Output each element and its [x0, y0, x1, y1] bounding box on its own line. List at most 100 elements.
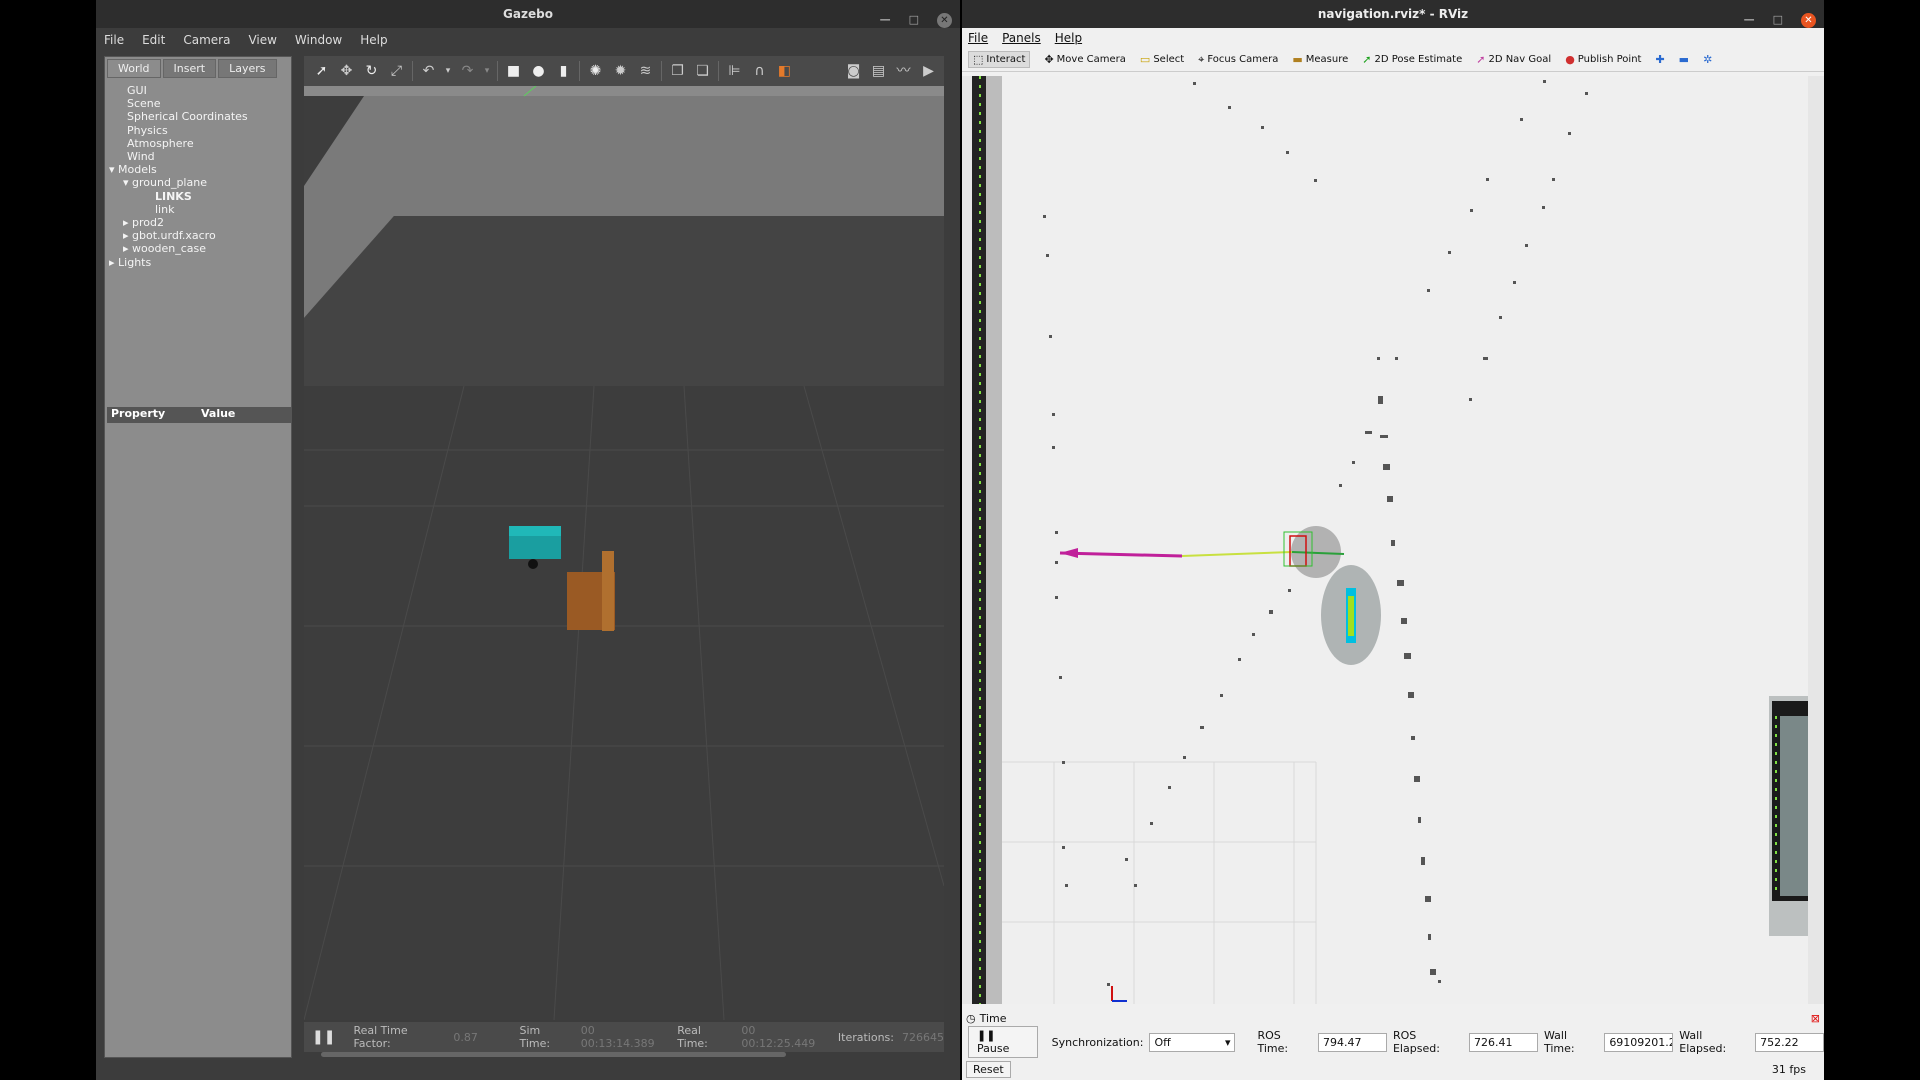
expand-right-icon[interactable]: ▸ [123, 216, 132, 229]
rviz-3d-viewport[interactable] [972, 76, 1808, 1004]
right-dock-handle[interactable] [1808, 76, 1824, 1004]
time-panel-row: ❚❚ Pause Synchronization: Off ▾ ROS Time:… [962, 1026, 1825, 1058]
pause-icon[interactable]: ❚❚ [312, 1029, 335, 1045]
tree-item-spherical[interactable]: Spherical Coordinates [109, 110, 287, 123]
redo-icon[interactable]: ↷ [458, 62, 477, 81]
value-column-header: Value [201, 407, 236, 420]
menu-file[interactable]: File [968, 31, 988, 45]
left-dock-handle[interactable] [962, 76, 972, 1004]
rviz-statusbar: Reset 31 fps [962, 1058, 1824, 1080]
directional-light-icon[interactable]: ≋ [636, 62, 655, 81]
horizontal-scrollbar[interactable] [321, 1052, 786, 1057]
maximize-icon[interactable]: □ [909, 6, 919, 34]
menu-file[interactable]: File [104, 33, 124, 47]
menu-view[interactable]: View [248, 33, 276, 47]
screenshot-icon[interactable]: ◙ [844, 62, 863, 81]
sphere-shape-icon[interactable]: ● [529, 62, 548, 81]
change-view-icon[interactable]: ◧ [775, 62, 794, 81]
tab-layers[interactable]: Layers [218, 59, 277, 78]
publish-point-tool[interactable]: ● Publish Point [1565, 53, 1641, 66]
tree-item-ground-plane[interactable]: ▾ ground_plane [109, 176, 287, 189]
tree-item-wind[interactable]: Wind [109, 150, 287, 163]
expand-right-icon[interactable]: ▸ [109, 256, 118, 269]
redo-dropdown-icon[interactable]: ▾ [483, 62, 491, 81]
remove-tool-button[interactable]: ▬ [1679, 53, 1689, 66]
close-icon[interactable]: ✕ [937, 12, 952, 28]
undo-icon[interactable]: ↶ [419, 62, 438, 81]
menu-panels[interactable]: Panels [1002, 31, 1041, 45]
fps-counter: 31 fps [1771, 1062, 1806, 1076]
menu-camera[interactable]: Camera [183, 33, 230, 47]
tool-properties-button[interactable]: ✲ [1703, 53, 1712, 66]
menu-edit[interactable]: Edit [142, 33, 165, 47]
minimize-icon[interactable]: — [1744, 6, 1755, 34]
add-tool-button[interactable]: ✚ [1655, 53, 1664, 66]
tab-world[interactable]: World [107, 59, 161, 78]
align-icon[interactable]: ⊫ [725, 62, 744, 81]
point-light-icon[interactable]: ✺ [586, 62, 605, 81]
tree-label-wooden-case: wooden_case [132, 242, 206, 256]
plot-icon[interactable]: 〰 [894, 62, 913, 81]
menu-help[interactable]: Help [1055, 31, 1082, 45]
box-shape-icon[interactable]: ■ [504, 62, 523, 81]
nav-goal-tool[interactable]: ➚ 2D Nav Goal [1476, 53, 1551, 66]
reset-button[interactable]: Reset [966, 1060, 1011, 1078]
tree-item-wooden-case[interactable]: ▸ wooden_case [109, 242, 287, 255]
menu-window[interactable]: Window [295, 33, 342, 47]
sync-select[interactable]: Off ▾ [1149, 1032, 1236, 1052]
move-camera-tool[interactable]: ✥ Move Camera [1044, 53, 1125, 66]
tree-item-prod2[interactable]: ▸ prod2 [109, 216, 287, 229]
record-video-icon[interactable]: ▶ [919, 62, 938, 81]
maximize-icon[interactable]: □ [1773, 6, 1783, 34]
translate-mode-icon[interactable]: ✥ [337, 62, 356, 81]
spot-light-icon[interactable]: ✹ [611, 62, 630, 81]
cylinder-shape-icon[interactable]: ▮ [554, 62, 573, 81]
tree-item-links[interactable]: LINKS [109, 190, 287, 203]
menu-help[interactable]: Help [360, 33, 387, 47]
tree-item-atmosphere[interactable]: Atmosphere [109, 137, 287, 150]
undo-dropdown-icon[interactable]: ▾ [444, 62, 452, 81]
iterations-value: 726645 [902, 1030, 944, 1044]
tree-label-models: Models [118, 163, 157, 177]
wall-elapsed-field[interactable]: 752.22 [1755, 1032, 1825, 1052]
toolbar-divider [412, 61, 413, 81]
minimize-icon[interactable]: — [880, 6, 891, 34]
log-icon[interactable]: ▤ [869, 62, 888, 81]
gazebo-3d-viewport[interactable] [304, 86, 944, 1020]
ros-elapsed-field[interactable]: 726.41 [1469, 1032, 1538, 1052]
interact-tool[interactable]: ⬚ Interact [968, 51, 1031, 68]
expand-down-icon[interactable]: ▾ [123, 176, 132, 189]
rviz-title: navigation.rviz* - RViz [1317, 7, 1469, 21]
desktop-background-right [1824, 0, 1920, 1080]
expand-down-icon[interactable]: ▾ [109, 163, 118, 176]
ruler-icon: ▬ [1292, 53, 1303, 66]
world-panel: World Insert Layers GUI Scene Spherical … [104, 56, 292, 1058]
tree-item-scene[interactable]: Scene [109, 97, 287, 110]
measure-tool[interactable]: ▬ Measure [1292, 53, 1348, 66]
focus-camera-tool[interactable]: ⌖ Focus Camera [1198, 53, 1278, 67]
tree-item-gbot[interactable]: ▸ gbot.urdf.xacro [109, 229, 287, 242]
pose-estimate-tool[interactable]: ➚ 2D Pose Estimate [1362, 53, 1462, 66]
tab-insert[interactable]: Insert [162, 59, 217, 78]
panel-close-icon[interactable]: ⊠ [1811, 1012, 1820, 1025]
rtf-label: Real Time Factor: [353, 1024, 408, 1050]
snap-icon[interactable]: ∩ [750, 62, 769, 81]
tree-item-lights[interactable]: ▸ Lights [109, 256, 287, 269]
copy-icon[interactable]: ❐ [668, 62, 687, 81]
scale-mode-icon[interactable]: ⤢ [387, 62, 406, 81]
paste-icon[interactable]: ❏ [693, 62, 712, 81]
pause-button[interactable]: ❚❚ Pause [968, 1026, 1038, 1058]
tree-item-link[interactable]: link [109, 203, 287, 216]
select-tool[interactable]: ▭ Select [1140, 53, 1184, 66]
tree-item-gui[interactable]: GUI [109, 84, 287, 97]
expand-right-icon[interactable]: ▸ [123, 242, 132, 255]
ros-time-field[interactable]: 794.47 [1318, 1032, 1387, 1052]
wall-time-field[interactable]: 69109201.26 [1604, 1032, 1674, 1052]
close-icon[interactable]: ✕ [1801, 12, 1816, 28]
tree-item-models[interactable]: ▾ Models [109, 163, 287, 176]
select-mode-icon[interactable]: ➚ [312, 62, 331, 81]
rotate-mode-icon[interactable]: ↻ [362, 62, 381, 81]
tree-item-physics[interactable]: Physics [109, 124, 287, 137]
interact-icon: ⬚ [973, 53, 984, 66]
expand-right-icon[interactable]: ▸ [123, 229, 132, 242]
